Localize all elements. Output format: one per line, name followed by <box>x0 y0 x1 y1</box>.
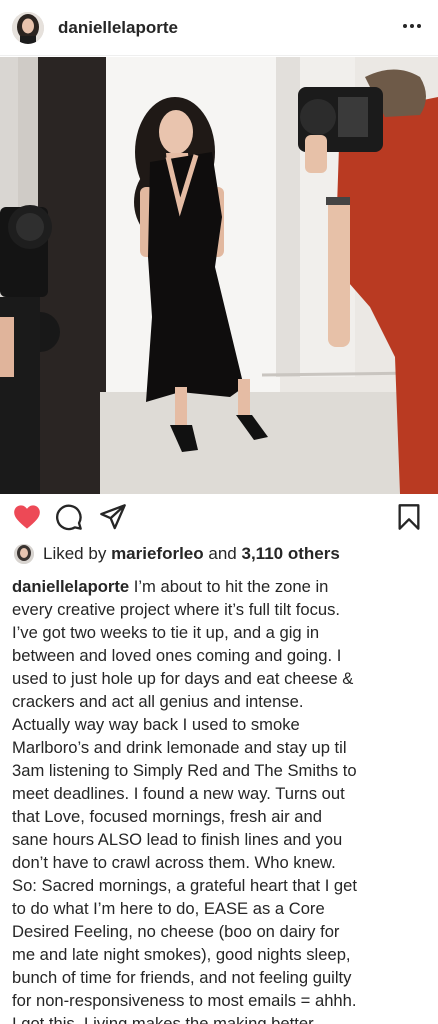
caption-line: Actually way way back I used to smoke <box>12 715 300 734</box>
post-username[interactable]: daniellelaporte <box>58 18 178 38</box>
post-photo[interactable] <box>0 57 438 494</box>
caption-line: for non-responsiveness to most emails = … <box>12 991 357 1010</box>
caption-line: that Love, focused mornings, fresh air a… <box>12 807 322 826</box>
caption-line: daniellelaporte I’m about to hit the zon… <box>12 575 430 598</box>
heart-filled-icon[interactable] <box>12 502 42 532</box>
likes-prefix: Liked by <box>43 544 107 563</box>
post-header: daniellelaporte <box>0 0 438 56</box>
liker-avatar <box>14 544 34 564</box>
caption-author[interactable]: daniellelaporte <box>12 577 129 596</box>
post-caption: daniellelaporte I’m about to hit the zon… <box>12 575 430 1024</box>
avatar[interactable] <box>12 11 44 44</box>
comment-icon[interactable] <box>54 502 84 532</box>
caption-line: 3am listening to Simply Red and The Smit… <box>12 761 357 780</box>
caption-line: I got this. Living makes the making bett… <box>12 1014 318 1024</box>
caption-line: don’t have to crawl across them. Who kne… <box>12 853 336 872</box>
likes-others-count[interactable]: 3,110 others <box>242 544 340 564</box>
caption-line: Marlboro’s and drink lemonade and stay u… <box>12 738 347 757</box>
caption-line: between and loved ones coming and going.… <box>12 646 342 665</box>
caption-line: Desired Feeling, no cheese (boo on dairy… <box>12 922 340 941</box>
caption-line: sane hours ALSO lead to finish lines and… <box>12 830 343 849</box>
share-icon[interactable] <box>98 502 128 532</box>
post-actions <box>0 498 438 538</box>
caption-line: bunch of time for friends, and not feeli… <box>12 968 352 987</box>
caption-line: used to just hole up for days and eat ch… <box>12 669 354 688</box>
caption-line: So: Sacred mornings, a grateful heart th… <box>12 876 357 895</box>
more-horizontal-icon[interactable] <box>400 14 424 38</box>
caption-line: every creative project where it’s full t… <box>12 600 341 619</box>
likes-joiner: and <box>208 544 237 563</box>
likes-summary[interactable]: Liked by marieforleo and 3,110 others <box>14 544 340 564</box>
caption-line: crackers and act all genius and intense. <box>12 692 304 711</box>
bookmark-icon[interactable] <box>394 502 424 532</box>
caption-line: meet deadlines. I found a new way. Turns… <box>12 784 345 803</box>
caption-line: I’ve got two weeks to tie it up, and a g… <box>12 623 320 642</box>
liker-username[interactable]: marieforleo <box>111 544 204 564</box>
caption-line: me and late night smokes), good nights s… <box>12 945 351 964</box>
caption-text: I’m about to hit the zone in <box>133 577 329 596</box>
caption-line: to do what I’m here to do, EASE as a Cor… <box>12 899 325 918</box>
